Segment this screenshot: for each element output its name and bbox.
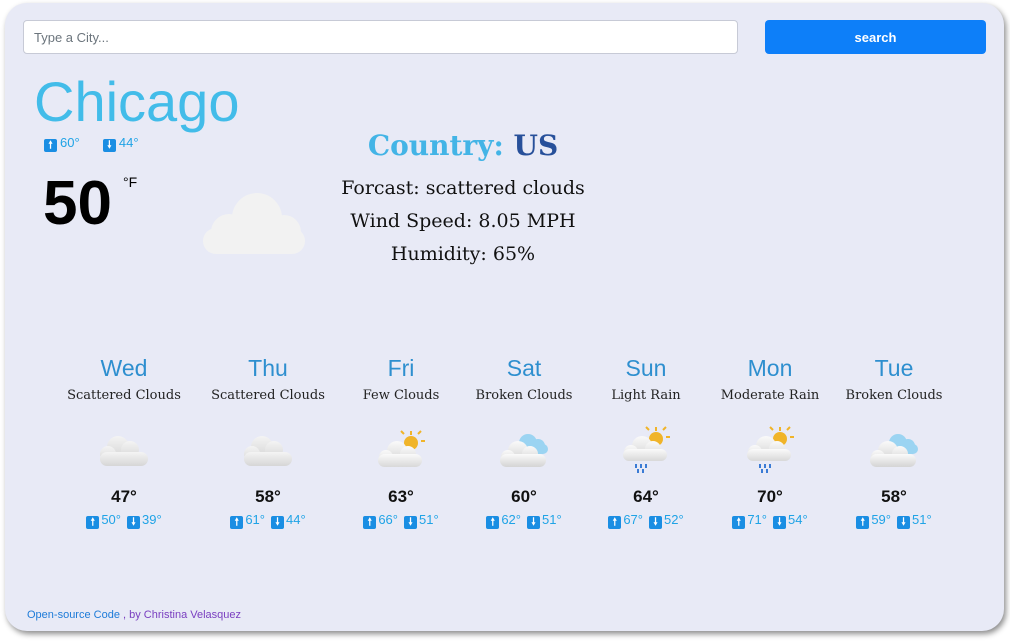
city-search-input[interactable]	[23, 20, 738, 54]
forecast-day: Wed Scattered Clouds 47° 🠕 50° 🠗 39°	[62, 353, 186, 529]
forecast-temperature: 60°	[511, 487, 537, 506]
forecast-temperature: 58°	[881, 487, 907, 506]
forecast-min-max: 🠕 67° 🠗 52°	[584, 512, 708, 529]
forecast-min: 51°	[912, 512, 932, 527]
arrow-up-icon: 🠕	[44, 139, 57, 152]
today-min: 44°	[118, 135, 139, 150]
arrow-down-icon: 🠗	[271, 516, 284, 529]
broken-clouds-icon	[832, 422, 956, 478]
forecast-day-name: Sat	[506, 355, 542, 381]
forecast-temperature: 47°	[111, 487, 137, 506]
temperature-unit: °F	[123, 174, 138, 190]
forecast-max: 62°	[501, 512, 521, 527]
forecast-min-max: 🠕 62° 🠗 51°	[462, 512, 586, 529]
forecast-min: 51°	[542, 512, 562, 527]
today-max: 60°	[60, 135, 80, 150]
open-source-code-link[interactable]: Open-source Code	[27, 609, 120, 621]
arrow-up-icon: 🠕	[608, 516, 622, 529]
forecast-max: 61°	[245, 512, 265, 527]
forecast-temperature: 63°	[388, 487, 414, 506]
forecast-temperature: 58°	[255, 487, 281, 506]
forecast-description: Forcast: scattered clouds	[341, 177, 585, 199]
author-link[interactable]: Christina Velasquez	[144, 609, 241, 621]
country-line: Country: US	[310, 126, 616, 166]
forecast-day: Sat Broken Clouds 60° 🠕 62° 🠗 51°	[462, 353, 586, 529]
arrow-up-icon: 🠕	[86, 516, 100, 529]
forecast-max: 50°	[101, 512, 121, 527]
forecast-temperature: 64°	[633, 487, 659, 506]
country-label: Country:	[367, 129, 504, 162]
forecast-day-name: Tue	[874, 355, 914, 381]
arrow-down-icon: 🠗	[404, 516, 417, 529]
arrow-down-icon: 🠗	[649, 516, 662, 529]
forecast-min-max: 🠕 59° 🠗 51°	[832, 512, 956, 529]
forecast-description: Few Clouds	[362, 388, 440, 403]
forecast-min: 39°	[142, 512, 162, 527]
forecast-day-name: Fri	[387, 355, 415, 381]
humidity: Humidity: 65%	[390, 243, 536, 265]
arrow-up-icon: 🠕	[486, 516, 500, 529]
forecast-day: Sun Light Rain 64° 🠕 67° 🠗 52°	[584, 353, 708, 529]
arrow-up-icon: 🠕	[732, 516, 746, 529]
forecast-min-max: 🠕 71° 🠗 54°	[708, 512, 832, 529]
forecast-min-max: 🠕 50° 🠗 39°	[62, 512, 186, 529]
forecast-day: Tue Broken Clouds 58° 🠕 59° 🠗 51°	[832, 353, 956, 529]
forecast-max: 66°	[378, 512, 398, 527]
arrow-down-icon: 🠗	[527, 516, 540, 529]
forecast-min: 51°	[419, 512, 439, 527]
forecast-description: Broken Clouds	[475, 388, 573, 403]
arrow-down-icon: 🠗	[897, 516, 910, 529]
city-name: Chicago	[34, 70, 240, 133]
forecast-day: Mon Moderate Rain 70° 🠕 71° 🠗 54°	[708, 353, 832, 529]
scattered-clouds-icon	[62, 422, 186, 478]
scattered-clouds-icon	[206, 422, 330, 478]
forecast-day-name: Wed	[100, 355, 148, 381]
broken-clouds-icon	[462, 422, 586, 478]
forecast-day: Thu Scattered Clouds 58° 🠕 61° 🠗 44°	[206, 353, 330, 529]
forecast-day: Fri Few Clouds 63° 🠕 66° 🠗 51°	[339, 353, 463, 529]
weather-details: Country: US Forcast: scattered clouds Wi…	[310, 126, 616, 271]
sun-rain-icon	[708, 422, 832, 478]
forecast-day-name: Thu	[248, 355, 288, 381]
arrow-down-icon: 🠗	[102, 139, 116, 152]
footer: Open-source Code , by Christina Velasque…	[27, 609, 241, 621]
forecast-description: Light Rain	[611, 388, 681, 403]
forecast-max: 67°	[623, 512, 643, 527]
wind-speed: Wind Speed: 8.05 MPH	[350, 210, 576, 232]
arrow-down-icon: 🠗	[127, 516, 140, 529]
cloud-icon	[203, 193, 305, 254]
sun-rain-icon	[584, 422, 708, 478]
country-value: US	[513, 129, 559, 162]
forecast-min: 44°	[286, 512, 306, 527]
forecast-description: Scattered Clouds	[211, 388, 325, 403]
forecast-max: 59°	[871, 512, 891, 527]
forecast-description: Scattered Clouds	[67, 388, 181, 403]
forecast-day-name: Sun	[625, 355, 667, 381]
forecast-min-max: 🠕 61° 🠗 44°	[206, 512, 330, 529]
forecast-temperature: 70°	[757, 487, 783, 506]
arrow-down-icon: 🠗	[773, 516, 786, 529]
forecast-description: Moderate Rain	[720, 388, 820, 403]
forecast-description: Broken Clouds	[845, 388, 943, 403]
arrow-up-icon: 🠕	[856, 516, 870, 529]
forecast-min-max: 🠕 66° 🠗 51°	[339, 512, 463, 529]
footer-separator: , by	[119, 609, 144, 621]
sun-cloud-icon	[339, 422, 463, 478]
search-button[interactable]: search	[765, 20, 986, 54]
current-temperature: 50	[43, 169, 112, 238]
forecast-min: 52°	[664, 512, 684, 527]
arrow-up-icon: 🠕	[363, 516, 377, 529]
forecast-day-name: Mon	[747, 355, 793, 381]
forecast-min: 54°	[788, 512, 808, 527]
arrow-up-icon: 🠕	[230, 516, 244, 529]
forecast-max: 71°	[747, 512, 767, 527]
today-min-max: 🠕 60° 🠗 44°	[44, 135, 139, 152]
